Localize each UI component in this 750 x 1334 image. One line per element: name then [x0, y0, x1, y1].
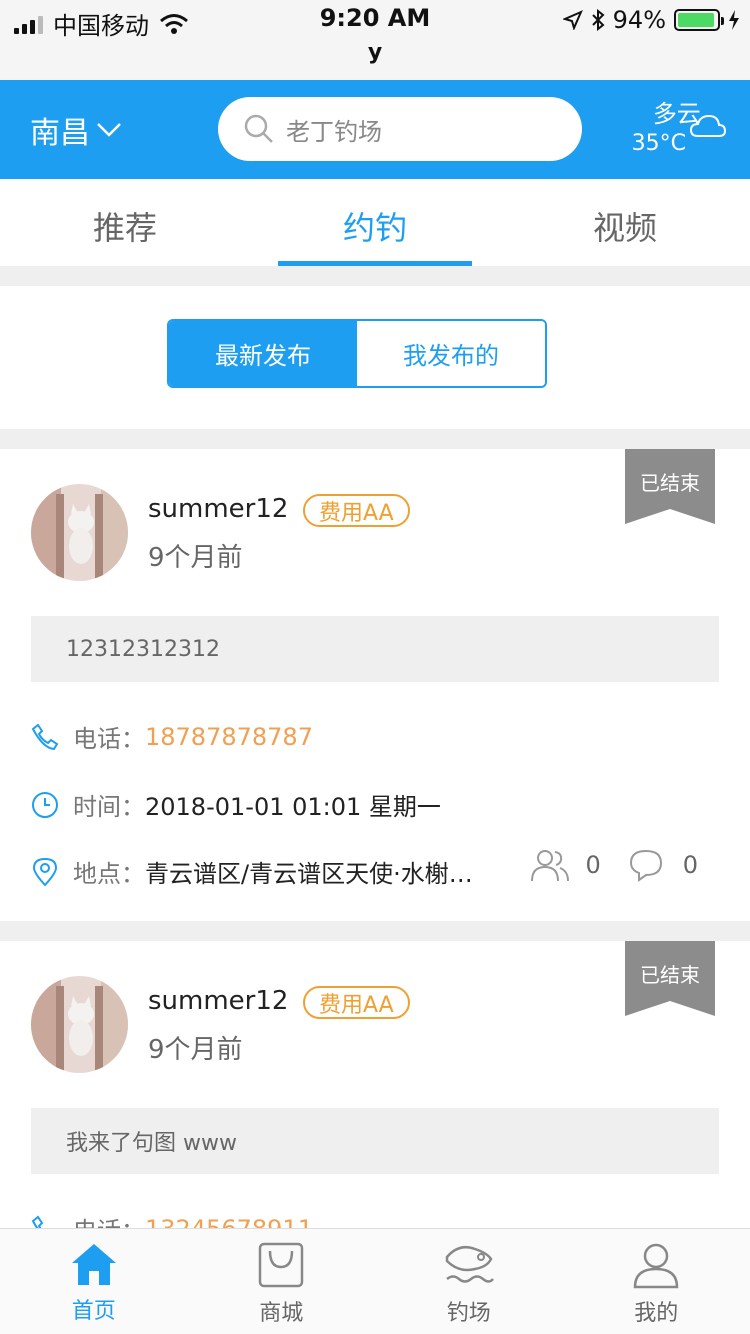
location-arrow-icon — [562, 10, 583, 30]
post-content: 我来了句图 www — [31, 1108, 719, 1174]
comments-count: 0 — [682, 851, 698, 879]
time-ago: 9个月前 — [148, 543, 243, 573]
battery-percent: 94% — [612, 6, 666, 34]
time-row: 时间： 2018-01-01 01:01 星期一 — [31, 787, 441, 822]
status-ribbon: 已结束 — [625, 449, 715, 524]
shopping-bag-icon — [259, 1242, 304, 1288]
tabbar-shop[interactable]: 商城 — [188, 1229, 376, 1334]
divider — [0, 266, 750, 286]
latest-posts-button[interactable]: 最新发布 — [169, 321, 357, 386]
fish-icon — [445, 1246, 494, 1283]
engagement-counts: 0 0 — [529, 847, 698, 883]
participants-icon — [531, 850, 570, 882]
tab-fishing-meetup[interactable]: 约钓 — [250, 179, 500, 266]
city-label: 南昌 — [30, 116, 90, 151]
weather-temp: 35°C — [631, 131, 686, 156]
tabbar-home-label: 首页 — [71, 1299, 116, 1324]
avatar[interactable] — [31, 484, 128, 581]
avatar[interactable] — [31, 976, 128, 1073]
phone-icon — [31, 723, 59, 750]
fee-badge: 费用AA — [303, 986, 410, 1019]
divider — [0, 429, 750, 449]
time-ago: 9个月前 — [148, 1035, 243, 1065]
status-right: 94% — [562, 6, 740, 34]
comment-icon[interactable] — [629, 848, 663, 882]
location-label: 地点： — [73, 860, 145, 888]
status-label: 已结束 — [640, 963, 700, 987]
search-bar[interactable]: 老丁钓场 — [218, 97, 582, 161]
bottom-tab-bar: 首页 商城 钓场 我的 — [0, 1228, 750, 1334]
weather-widget[interactable]: 多云 35°C — [631, 94, 726, 156]
profile-icon — [633, 1243, 679, 1289]
home-icon — [71, 1244, 116, 1285]
city-selector[interactable]: 南昌 — [30, 108, 122, 152]
location-value: 青云谱区/青云谱区天使·水榭… — [145, 860, 473, 888]
username[interactable]: summer12 — [148, 494, 288, 524]
segment-area: 最新发布 我发布的 — [0, 286, 750, 429]
search-icon — [244, 114, 273, 143]
tab-video[interactable]: 视频 — [500, 179, 750, 266]
status-label: 已结束 — [640, 471, 700, 495]
post-card[interactable]: summer12 费用AA 9个月前 已结束 我来了句图 www 电话： 132… — [0, 941, 750, 1245]
fee-badge: 费用AA — [303, 494, 410, 527]
tabbar-home[interactable]: 首页 — [0, 1229, 188, 1334]
username[interactable]: summer12 — [148, 986, 288, 1016]
tabbar-fishing[interactable]: 钓场 — [375, 1229, 563, 1334]
clock-icon — [32, 791, 58, 818]
chevron-down-icon — [97, 123, 121, 137]
tabbar-fishing-label: 钓场 — [446, 1301, 491, 1326]
phone-label: 电话： — [73, 725, 145, 753]
status-subtitle: y — [367, 40, 383, 65]
participants-count: 0 — [585, 851, 601, 879]
phone-number[interactable]: 18787878787 — [145, 723, 313, 751]
cloud-icon — [690, 114, 726, 137]
location-row: 地点： 青云谱区/青云谱区天使·水榭… — [31, 854, 473, 889]
tabbar-profile[interactable]: 我的 — [563, 1229, 750, 1334]
post-content: 12312312312 — [31, 616, 719, 682]
bluetooth-icon — [591, 9, 605, 31]
post-card[interactable]: summer12 费用AA 9个月前 已结束 12312312312 电话： 1… — [0, 449, 750, 921]
tabbar-shop-label: 商城 — [259, 1301, 304, 1326]
datetime-value: 2018-01-01 01:01 星期一 — [145, 793, 441, 821]
search-placeholder: 老丁钓场 — [286, 117, 382, 146]
status-bar: 中国移动 9:20 AM y 94% — [0, 0, 750, 80]
battery-icon — [674, 9, 724, 31]
time-label: 时间： — [73, 793, 145, 821]
location-pin-icon — [32, 857, 58, 886]
tab-recommend[interactable]: 推荐 — [0, 179, 250, 266]
my-posts-button[interactable]: 我发布的 — [357, 321, 545, 386]
status-ribbon: 已结束 — [625, 941, 715, 1016]
segmented-control: 最新发布 我发布的 — [167, 319, 547, 388]
top-tabs: 推荐 约钓 视频 — [0, 179, 750, 266]
app-header: 南昌 老丁钓场 多云 35°C — [0, 80, 750, 179]
app-root: 中国移动 9:20 AM y 94% 南昌 老丁钓场 多云 35°C 推荐 约钓… — [0, 0, 750, 1334]
divider — [0, 921, 750, 941]
phone-row: 电话： 18787878787 — [31, 719, 313, 754]
tabbar-profile-label: 我的 — [634, 1301, 679, 1326]
charging-icon — [729, 10, 739, 30]
